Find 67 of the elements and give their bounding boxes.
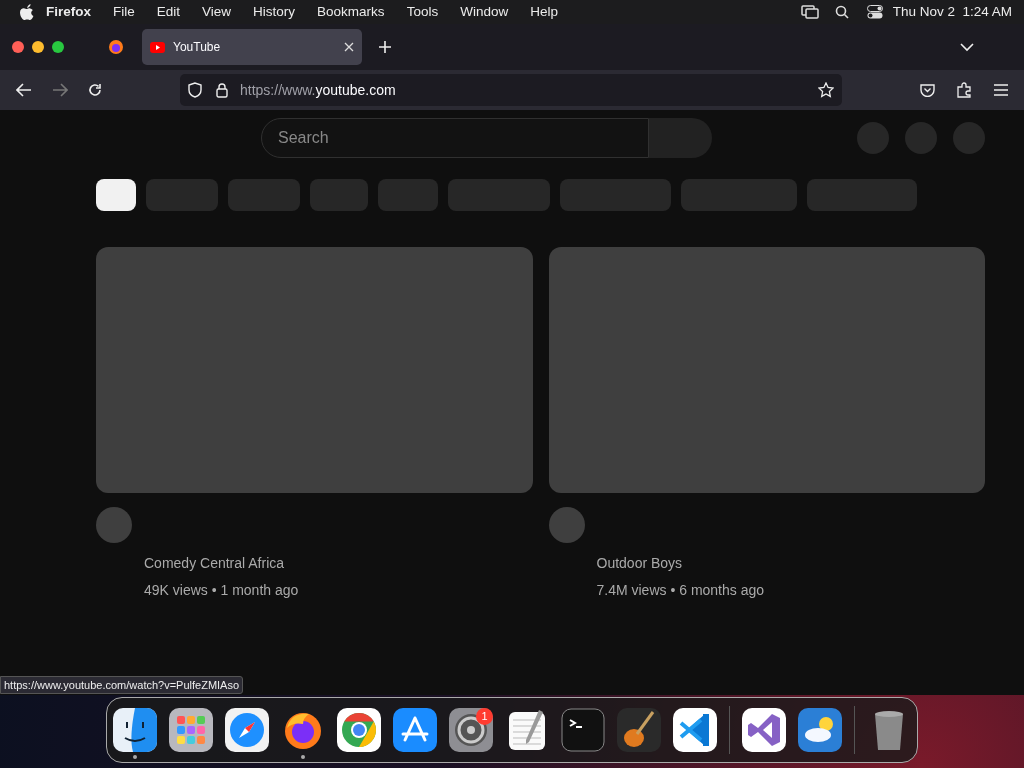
menu-item[interactable]: Window	[460, 1, 509, 23]
avatar-placeholder	[953, 122, 985, 154]
search-icon[interactable]	[834, 5, 849, 19]
chip-placeholder	[310, 179, 368, 211]
channel-name[interactable]: Outdoor Boys	[596, 553, 985, 574]
window-control-icon[interactable]	[32, 41, 44, 53]
browser-tab[interactable]: YouTube	[142, 29, 362, 65]
menu-item[interactable]: View	[202, 1, 232, 23]
terminal-icon	[561, 708, 605, 752]
window-control-icon[interactable]	[12, 41, 24, 53]
lock-icon	[216, 82, 228, 98]
dock-app[interactable]	[337, 708, 381, 752]
visual-studio-icon	[742, 708, 786, 752]
menu-item[interactable]: Bookmarks	[317, 1, 385, 23]
menu-item[interactable]: History	[253, 1, 296, 23]
avatar-placeholder	[905, 122, 937, 154]
pocket-icon[interactable]	[920, 83, 935, 97]
channel-name[interactable]: Comedy Central Africa	[144, 553, 533, 574]
chrome-icon	[337, 708, 381, 752]
youtube-icon	[150, 41, 165, 53]
video-meta: 49K views • 1 month ago	[144, 581, 300, 600]
url-text: https://www.youtube.com	[240, 80, 397, 100]
new-tab-icon[interactable]	[378, 40, 392, 54]
address-bar[interactable]: https://www.youtube.com	[180, 74, 842, 106]
star-icon[interactable]	[818, 82, 834, 98]
dock-app[interactable]	[393, 708, 437, 752]
menu-item[interactable]: Help	[530, 1, 558, 23]
screen-mirroring-icon[interactable]	[800, 5, 819, 19]
avatar-placeholder	[857, 122, 889, 154]
menu-icon[interactable]	[994, 84, 1008, 96]
forward-icon[interactable]	[52, 83, 68, 97]
dock-app[interactable]	[169, 708, 213, 752]
back-icon[interactable]	[16, 83, 32, 97]
weather-icon	[798, 708, 842, 752]
chip-placeholder	[146, 179, 218, 211]
menu-item[interactable]: Edit	[156, 1, 181, 23]
app-menu[interactable]: Firefox	[46, 1, 91, 23]
code-editor-icon	[673, 708, 717, 752]
control-center-icon[interactable]	[866, 5, 883, 19]
menu-item[interactable]: Tools	[406, 1, 439, 23]
clock[interactable]: Thu Nov 2 1:24 AM	[892, 1, 1012, 23]
finder-icon	[113, 708, 157, 752]
window-control-icon[interactable]	[52, 41, 64, 53]
search-field[interactable]: Search	[261, 118, 649, 158]
extensions-icon[interactable]	[957, 82, 972, 98]
thumbnail-placeholder[interactable]	[548, 247, 985, 493]
dock-app[interactable]	[798, 708, 842, 752]
dock-app[interactable]	[225, 708, 269, 752]
reload-icon[interactable]	[88, 83, 102, 97]
chip-placeholder	[96, 179, 136, 211]
menu-item[interactable]: File	[113, 1, 135, 23]
dock-app[interactable]	[617, 708, 661, 752]
chevron-down-icon[interactable]	[960, 42, 974, 52]
guitar-icon	[617, 708, 661, 752]
firefox-icon[interactable]	[108, 39, 124, 55]
close-icon[interactable]	[344, 42, 354, 52]
app-store-icon	[393, 708, 437, 752]
shield-icon	[188, 82, 202, 98]
chip-placeholder	[378, 179, 438, 211]
dock-app[interactable]	[673, 708, 717, 752]
thumbnail-placeholder[interactable]	[96, 247, 533, 493]
video-meta: 7.4M views • 6 months ago	[596, 581, 766, 600]
apple-icon[interactable]	[20, 4, 34, 20]
compass-icon	[225, 708, 269, 752]
grid-icon	[169, 708, 213, 752]
dock-app[interactable]	[742, 708, 786, 752]
chip-placeholder	[228, 179, 300, 211]
